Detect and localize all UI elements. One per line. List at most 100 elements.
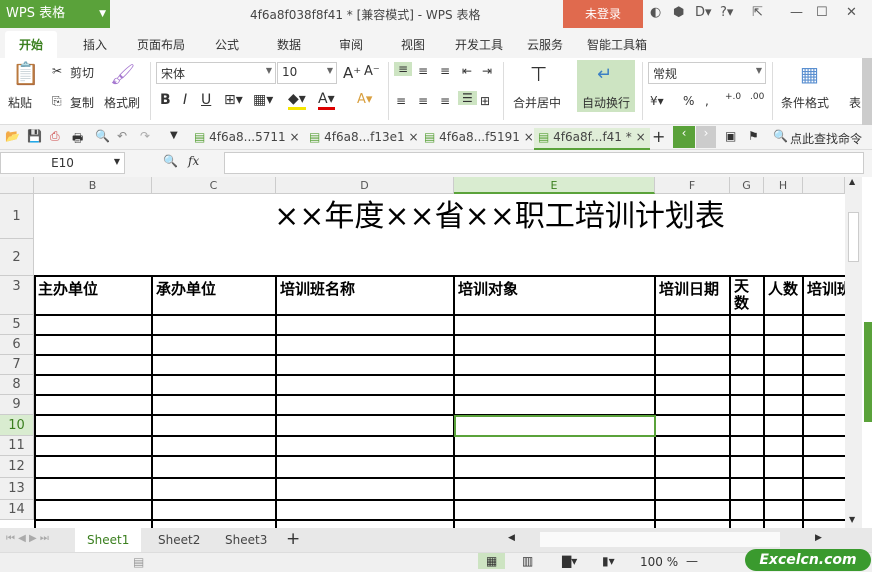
spreadsheet-grid[interactable]: B C D E F G H 1 2 3 5 6 7 8 9 10 11 12 1… [0, 177, 845, 528]
row-header[interactable]: 8 [0, 375, 34, 395]
tab-cloud[interactable]: 云服务 [527, 36, 563, 53]
bold-button[interactable]: B [160, 92, 171, 108]
eye-protection-icon[interactable]: ▮▾ [602, 554, 615, 568]
format-painter-button[interactable]: 格式刷 [104, 94, 140, 111]
next-tab-icon[interactable]: › [696, 126, 716, 148]
feedback-icon[interactable]: D▾ [695, 5, 712, 20]
row-header[interactable]: 6 [0, 335, 34, 355]
close-tab-icon[interactable]: × [289, 130, 299, 144]
normal-view-icon[interactable]: ▦ [478, 553, 506, 569]
side-panel-toggle[interactable] [864, 322, 872, 422]
sheet-nav-icons[interactable]: ⏮ ◀ ▶ ⏭ [6, 533, 49, 544]
column-header[interactable]: C [152, 177, 276, 194]
row-header[interactable]: 11 [0, 436, 34, 456]
paste-button[interactable]: 粘贴 [8, 94, 32, 111]
justify-icon[interactable]: ☰ [458, 91, 477, 105]
comma-button[interactable]: , [705, 94, 709, 108]
copy-icon[interactable]: ⎘ [52, 94, 62, 109]
conditional-format-icon[interactable]: ▦ [800, 62, 819, 86]
tab-list-icon[interactable]: ▣ [725, 129, 736, 143]
tab-page-layout[interactable]: 页面布局 [137, 36, 185, 53]
decrease-indent-icon[interactable]: ⇤ [462, 64, 472, 78]
horizontal-scrollbar[interactable] [540, 532, 780, 547]
conditional-format-button[interactable]: 条件格式 [781, 94, 829, 111]
column-header[interactable]: D [276, 177, 454, 194]
sheet-tab-sheet2[interactable]: Sheet2 [146, 528, 212, 552]
header-cell[interactable]: 培训对象 [455, 278, 654, 299]
currency-icon[interactable]: ¥▾ [650, 94, 664, 108]
wrap-text-button[interactable]: ↵ 自动换行 [577, 60, 635, 112]
decrease-decimal-icon[interactable]: .00 [750, 92, 764, 102]
row-header[interactable]: 7 [0, 355, 34, 375]
zoom-out-icon[interactable]: — [686, 554, 698, 568]
pin-icon[interactable]: ⚑ [748, 129, 759, 143]
column-header[interactable]: E [454, 177, 655, 194]
cut-button[interactable]: 剪切 [70, 64, 94, 81]
border-icon[interactable]: ⊞▾ [224, 92, 243, 108]
skin-icon[interactable]: ◐ [650, 5, 661, 20]
column-header[interactable]: G [730, 177, 764, 194]
row-header[interactable]: 13 [0, 478, 34, 500]
increase-font-icon[interactable]: A⁺ [343, 64, 361, 82]
zoom-level[interactable]: 100 % [640, 555, 678, 569]
copy-button[interactable]: 复制 [70, 94, 94, 111]
tab-data[interactable]: 数据 [277, 36, 301, 53]
tab-review[interactable]: 审阅 [339, 36, 363, 53]
scroll-down-icon[interactable]: ▼ [849, 515, 855, 524]
row-header[interactable]: 12 [0, 456, 34, 478]
save-icon[interactable]: 💾 [27, 129, 42, 143]
format-painter-icon[interactable]: 🖌 [110, 62, 135, 86]
tab-home[interactable]: 开始 [5, 31, 58, 58]
reading-mode-icon[interactable]: ▇▾ [562, 554, 577, 568]
increase-indent-icon[interactable]: ⇥ [482, 64, 492, 78]
tab-formulas[interactable]: 公式 [215, 36, 239, 53]
header-cell[interactable]: 培训日期 [656, 278, 729, 299]
tab-view[interactable]: 视图 [401, 36, 425, 53]
scroll-thumb[interactable] [848, 212, 859, 262]
scroll-left-icon[interactable]: ◀ [508, 533, 515, 543]
row-header[interactable]: 3 [0, 276, 34, 315]
doc-tab[interactable]: ▤ 4f6a8...f5191 × [420, 128, 538, 150]
decrease-font-icon[interactable]: A⁻ [364, 64, 380, 79]
align-right-icon[interactable]: ≡ [440, 94, 450, 108]
font-color-icon[interactable]: A▾ [318, 91, 335, 110]
ribbon-scroll-button[interactable] [862, 58, 872, 125]
restore-ribbon-icon[interactable]: ⇱ [752, 5, 763, 20]
percent-button[interactable]: % [683, 94, 694, 108]
undo-icon[interactable]: ↶ [117, 129, 127, 143]
close-icon[interactable]: ✕ [846, 5, 857, 20]
merge-center-button[interactable]: 合并居中 [513, 94, 561, 111]
row-header[interactable]: 1 [0, 194, 34, 239]
new-tab-icon[interactable]: + [652, 127, 665, 146]
row-header[interactable]: 14 [0, 500, 34, 520]
sheet-tab-sheet3[interactable]: Sheet3 [213, 528, 279, 552]
row-header[interactable]: 2 [0, 239, 34, 276]
name-box[interactable]: E10 ▼ [0, 152, 125, 174]
row-header[interactable]: 10 [0, 415, 34, 436]
header-cell[interactable]: 培训班名称 [277, 278, 453, 299]
insert-function-button[interactable]: fx [188, 154, 199, 168]
scroll-right-icon[interactable]: ▶ [815, 533, 822, 543]
header-cell[interactable]: 培训班 [804, 278, 845, 299]
minimize-icon[interactable]: — [790, 5, 803, 20]
help-icon[interactable]: ?▾ [720, 5, 733, 20]
print-icon[interactable]: 🖶 [72, 129, 83, 150]
redo-icon[interactable]: ↷ [140, 129, 150, 143]
cut-icon[interactable]: ✂ [52, 64, 62, 78]
column-header[interactable]: H [764, 177, 803, 194]
italic-button[interactable]: I [183, 92, 187, 108]
align-bottom-icon[interactable]: ≡ [440, 64, 450, 78]
tab-insert[interactable]: 插入 [83, 36, 107, 53]
doc-tab[interactable]: ▤ 4f6a8...f13e1 × [305, 128, 423, 150]
merge-center-icon[interactable]: ⊤ [530, 62, 547, 86]
export-pdf-icon[interactable]: ⎙ [50, 129, 60, 144]
tab-smart-tools[interactable]: 智能工具箱 [587, 36, 647, 53]
header-cell[interactable]: 人数 [765, 278, 802, 299]
search-icon[interactable]: 🔍 [773, 129, 788, 143]
distributed-icon[interactable]: ⊞ [480, 94, 490, 108]
close-tab-icon[interactable]: × [408, 130, 418, 144]
command-search[interactable]: 点此查找命令 [790, 130, 862, 147]
scroll-up-icon[interactable]: ▲ [849, 177, 855, 186]
font-size-select[interactable]: 10 ▼ [277, 62, 337, 84]
column-header[interactable]: B [34, 177, 152, 194]
